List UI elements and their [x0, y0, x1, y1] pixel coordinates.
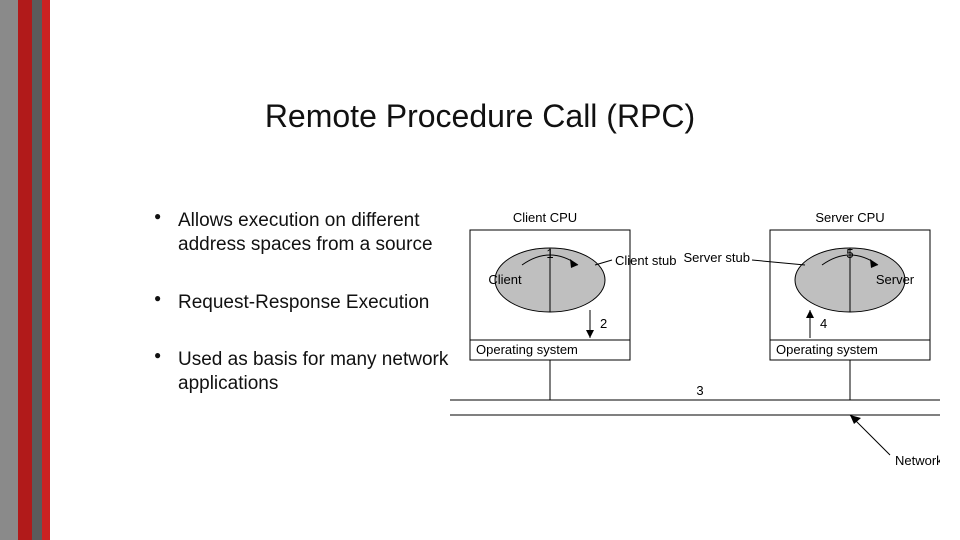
- slide-title: Remote Procedure Call (RPC): [0, 98, 960, 135]
- label-server-cpu: Server CPU: [815, 210, 884, 225]
- accent-strip: [42, 0, 50, 540]
- bullet-item: Used as basis for many network applicati…: [160, 348, 450, 396]
- step-4: 4: [820, 316, 827, 331]
- label-os-left: Operating system: [476, 342, 578, 357]
- rpc-diagram: Client CPU Server CPU Client Client stub…: [450, 210, 940, 470]
- label-network: Network: [895, 453, 940, 468]
- label-server: Server: [876, 272, 915, 287]
- bullet-item: Request-Response Execution: [160, 291, 450, 315]
- label-client: Client: [488, 272, 522, 287]
- step-2: 2: [600, 316, 607, 331]
- step-5: 5: [846, 246, 853, 261]
- step-1: 1: [546, 246, 553, 261]
- label-client-stub: Client stub: [615, 253, 676, 268]
- bullet-item: Allows execution on different address sp…: [160, 209, 450, 257]
- label-client-cpu: Client CPU: [513, 210, 577, 225]
- bullet-list: Allows execution on different address sp…: [120, 209, 450, 430]
- accent-strip: [32, 0, 42, 540]
- label-server-stub: Server stub: [684, 250, 750, 265]
- step-3: 3: [696, 383, 703, 398]
- label-os-right: Operating system: [776, 342, 878, 357]
- accent-strip: [0, 0, 18, 540]
- accent-strip: [18, 0, 32, 540]
